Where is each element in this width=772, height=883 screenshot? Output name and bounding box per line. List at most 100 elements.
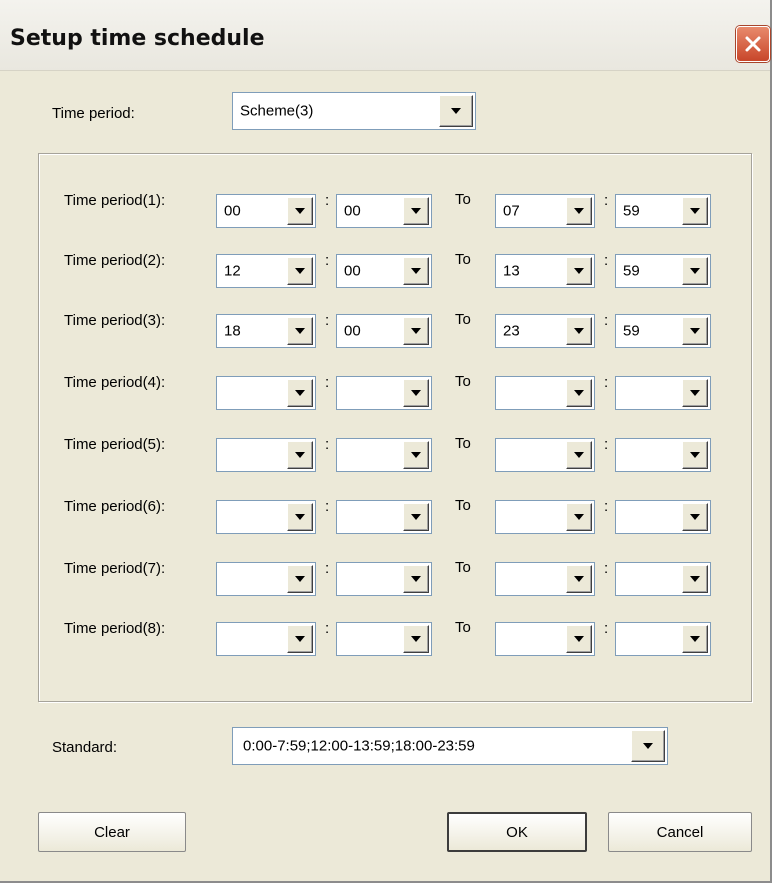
start-hour-select-2[interactable]: 12 — [216, 254, 316, 288]
start-hour-select-1[interactable]: 00 — [216, 194, 316, 228]
start-hour-dropdown-button-5[interactable] — [287, 441, 313, 469]
end-minute-select-3[interactable]: 59 — [615, 314, 711, 348]
time-separator: : — [325, 192, 330, 209]
start-minute-dropdown-button-8[interactable] — [403, 625, 429, 653]
start-hour-select-5[interactable] — [216, 438, 316, 472]
end-hour-dropdown-button-4[interactable] — [566, 379, 592, 407]
end-hour-dropdown-button-2[interactable] — [566, 257, 592, 285]
end-hour-dropdown-button-7[interactable] — [566, 565, 592, 593]
to-label-8: To — [455, 619, 471, 636]
start-hour-select-7[interactable] — [216, 562, 316, 596]
time-separator: : — [325, 374, 330, 391]
title-bar[interactable]: Setup time schedule — [0, 0, 770, 71]
time-period-dropdown-button[interactable] — [439, 95, 473, 127]
clear-button[interactable]: Clear — [38, 812, 186, 852]
start-minute-dropdown-button-3[interactable] — [403, 317, 429, 345]
chevron-down-icon — [643, 743, 653, 749]
start-minute-value-3: 00 — [344, 322, 361, 340]
start-minute-dropdown-button-2[interactable] — [403, 257, 429, 285]
start-minute-dropdown-button-5[interactable] — [403, 441, 429, 469]
end-hour-dropdown-button-8[interactable] — [566, 625, 592, 653]
end-minute-dropdown-button-7[interactable] — [682, 565, 708, 593]
start-hour-dropdown-button-8[interactable] — [287, 625, 313, 653]
standard-select[interactable]: 0:00-7:59;12:00-13:59;18:00-23:59 — [232, 727, 668, 765]
chevron-down-icon — [411, 636, 421, 642]
to-label-4: To — [455, 373, 471, 390]
end-hour-value-2: 13 — [503, 262, 520, 280]
end-hour-select-8[interactable] — [495, 622, 595, 656]
time-period-label-7: Time period(7): — [64, 560, 166, 577]
start-minute-select-8[interactable] — [336, 622, 432, 656]
end-hour-select-2[interactable]: 13 — [495, 254, 595, 288]
end-hour-select-5[interactable] — [495, 438, 595, 472]
start-hour-dropdown-button-2[interactable] — [287, 257, 313, 285]
end-minute-select-1[interactable]: 59 — [615, 194, 711, 228]
start-hour-dropdown-button-6[interactable] — [287, 503, 313, 531]
start-hour-dropdown-button-1[interactable] — [287, 197, 313, 225]
chevron-down-icon — [411, 328, 421, 334]
end-minute-value-3: 59 — [623, 322, 640, 340]
chevron-down-icon — [295, 328, 305, 334]
start-minute-dropdown-button-1[interactable] — [403, 197, 429, 225]
time-period-select[interactable]: Scheme(3) — [232, 92, 476, 130]
end-minute-dropdown-button-2[interactable] — [682, 257, 708, 285]
start-hour-select-6[interactable] — [216, 500, 316, 534]
start-hour-select-3[interactable]: 18 — [216, 314, 316, 348]
end-minute-dropdown-button-8[interactable] — [682, 625, 708, 653]
chevron-down-icon — [295, 636, 305, 642]
start-hour-dropdown-button-4[interactable] — [287, 379, 313, 407]
end-minute-dropdown-button-5[interactable] — [682, 441, 708, 469]
start-hour-select-8[interactable] — [216, 622, 316, 656]
start-minute-select-4[interactable] — [336, 376, 432, 410]
end-minute-select-6[interactable] — [615, 500, 711, 534]
time-period-value: Scheme(3) — [240, 102, 314, 120]
time-separator: : — [604, 252, 609, 269]
end-minute-dropdown-button-1[interactable] — [682, 197, 708, 225]
start-minute-select-6[interactable] — [336, 500, 432, 534]
start-hour-select-4[interactable] — [216, 376, 316, 410]
start-minute-dropdown-button-7[interactable] — [403, 565, 429, 593]
end-minute-dropdown-button-3[interactable] — [682, 317, 708, 345]
end-hour-dropdown-button-1[interactable] — [566, 197, 592, 225]
time-separator: : — [325, 312, 330, 329]
end-hour-dropdown-button-6[interactable] — [566, 503, 592, 531]
end-hour-dropdown-button-3[interactable] — [566, 317, 592, 345]
end-minute-select-5[interactable] — [615, 438, 711, 472]
start-hour-dropdown-button-7[interactable] — [287, 565, 313, 593]
end-minute-dropdown-button-4[interactable] — [682, 379, 708, 407]
end-hour-dropdown-button-5[interactable] — [566, 441, 592, 469]
chevron-down-icon — [451, 108, 461, 114]
end-minute-select-2[interactable]: 59 — [615, 254, 711, 288]
start-minute-value-1: 00 — [344, 202, 361, 220]
cancel-button[interactable]: Cancel — [608, 812, 752, 852]
end-hour-select-3[interactable]: 23 — [495, 314, 595, 348]
close-button[interactable] — [736, 26, 770, 62]
start-minute-select-2[interactable]: 00 — [336, 254, 432, 288]
start-minute-select-7[interactable] — [336, 562, 432, 596]
start-minute-select-1[interactable]: 00 — [336, 194, 432, 228]
end-hour-select-7[interactable] — [495, 562, 595, 596]
end-hour-select-6[interactable] — [495, 500, 595, 534]
chevron-down-icon — [295, 576, 305, 582]
end-hour-value-3: 23 — [503, 322, 520, 340]
chevron-down-icon — [574, 576, 584, 582]
start-minute-dropdown-button-6[interactable] — [403, 503, 429, 531]
end-minute-select-7[interactable] — [615, 562, 711, 596]
end-hour-select-1[interactable]: 07 — [495, 194, 595, 228]
standard-dropdown-button[interactable] — [631, 730, 665, 762]
start-minute-select-3[interactable]: 00 — [336, 314, 432, 348]
end-minute-select-4[interactable] — [615, 376, 711, 410]
ok-button[interactable]: OK — [447, 812, 587, 852]
time-period-label-1: Time period(1): — [64, 192, 166, 209]
chevron-down-icon — [295, 268, 305, 274]
end-minute-dropdown-button-6[interactable] — [682, 503, 708, 531]
time-separator: : — [604, 498, 609, 515]
time-period-row-1: Time period(1): 00:00 To 07:59 — [0, 190, 772, 228]
start-minute-select-5[interactable] — [336, 438, 432, 472]
time-period-label-5: Time period(5): — [64, 436, 166, 453]
end-hour-select-4[interactable] — [495, 376, 595, 410]
end-minute-select-8[interactable] — [615, 622, 711, 656]
start-hour-dropdown-button-3[interactable] — [287, 317, 313, 345]
start-minute-dropdown-button-4[interactable] — [403, 379, 429, 407]
chevron-down-icon — [690, 636, 700, 642]
